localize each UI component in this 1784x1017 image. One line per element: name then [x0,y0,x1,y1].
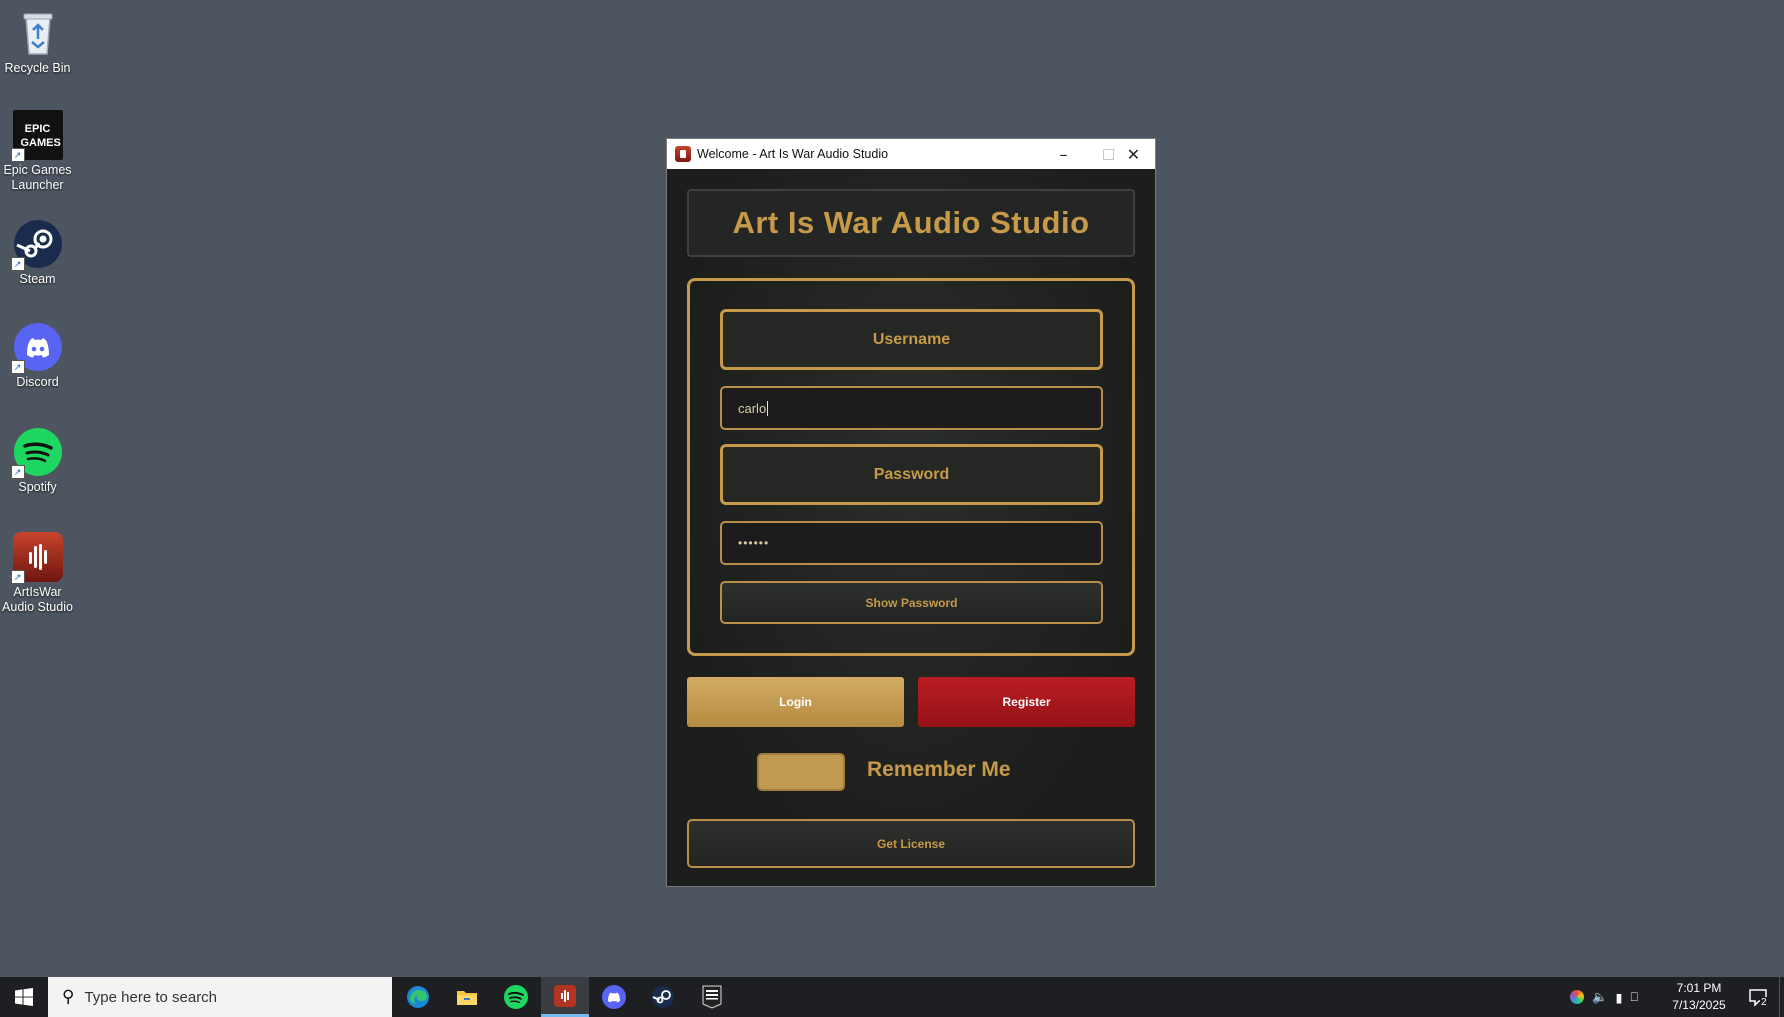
show-desktop-button[interactable] [1779,977,1784,1017]
desktop-icon-epic-games[interactable]: EPIC GAMES ↗ Epic Games Launcher [0,110,75,193]
remember-me-checkbox[interactable] [757,753,845,791]
edge-icon [407,986,429,1008]
show-password-label: Show Password [865,595,958,610]
taskbar-spotify[interactable] [492,977,540,1017]
app-header-title: Art Is War Audio Studio [732,205,1090,240]
login-label: Login [779,695,812,709]
taskbar-artiswar[interactable] [541,977,589,1017]
password-label-box: Password [720,444,1103,505]
desktop-icon-recycle-bin[interactable]: Recycle Bin [0,8,75,76]
notification-count: 2 [1760,997,1768,1008]
password-label: Password [873,465,950,483]
shortcut-arrow-icon: ↗ [10,257,25,271]
remember-me-label: Remember Me [867,758,1011,781]
taskbar-discord[interactable] [590,977,638,1017]
close-button[interactable]: ✕ [1111,139,1156,169]
steam-icon: ↗ [10,219,63,271]
taskbar-file-explorer[interactable] [443,977,491,1017]
app-icon [675,146,691,162]
spotify-icon: ↗ [10,427,63,479]
taskbar-epic-games[interactable] [688,977,736,1017]
desktop-icon-label: Steam [19,272,56,286]
start-button[interactable] [0,977,48,1017]
network-icon[interactable]: ⎕ [1630,989,1638,1005]
desktop-icon-label: ArtIsWar Audio Studio [2,585,73,614]
taskbar-steam[interactable] [639,977,687,1017]
recycle-bin-icon [13,8,63,58]
password-input[interactable]: •••••• [720,521,1103,565]
discord-icon: ↗ [10,322,63,374]
steam-icon [652,986,674,1008]
clock-date: 7/13/2025 [1672,998,1726,1012]
volume-icon[interactable]: 🔈 [1592,989,1608,1005]
shortcut-arrow-icon: ↗ [10,570,25,584]
taskbar: ⚲ Type here to search 🔈 ▮ ⎕ 7:01 PM 7/13… [0,977,1784,1017]
username-label-box: Username [720,309,1103,370]
login-form: Username carlo Password •••••• Show Pass… [687,278,1135,656]
file-explorer-icon [457,991,477,1005]
color-picker-tray-icon[interactable] [1570,990,1584,1004]
password-value: •••••• [738,536,770,550]
artiswar-icon [554,984,576,1007]
app-header: Art Is War Audio Studio [687,189,1135,257]
close-icon: ✕ [1126,144,1141,164]
shortcut-arrow-icon: ↗ [10,148,25,162]
register-button[interactable]: Register [918,677,1135,727]
desktop-icon-artiswar[interactable]: ↗ ArtIsWar Audio Studio [0,532,75,615]
login-window: Welcome - Art Is War Audio Studio – ✕ Ar… [666,138,1156,887]
show-password-button[interactable]: Show Password [720,581,1103,624]
taskbar-clock[interactable]: 7:01 PM 7/13/2025 [1660,980,1738,1014]
desktop-icon-label: Spotify [18,480,57,494]
get-license-button[interactable]: Get License [687,819,1135,868]
desktop-icon-label: Discord [16,375,59,389]
windows-logo-icon [15,988,33,1006]
username-value: carlo [738,400,767,416]
desktop-icon-discord[interactable]: ↗ Discord [0,322,75,390]
notification-center-button[interactable]: 2 [1740,977,1776,1017]
search-placeholder: Type here to search [84,988,218,1006]
usb-device-icon[interactable]: ▮ [1616,990,1623,1005]
taskbar-edge[interactable] [394,977,442,1017]
epic-games-icon: EPIC GAMES ↗ [10,110,63,162]
artiswar-icon: ↗ [10,532,63,584]
desktop-icon-label: Recycle Bin [4,61,71,75]
clock-time: 7:01 PM [1676,981,1722,995]
username-label: Username [872,330,951,348]
title-bar[interactable]: Welcome - Art Is War Audio Studio – ✕ [667,139,1155,169]
shortcut-arrow-icon: ↗ [10,465,25,479]
search-icon: ⚲ [62,987,75,1007]
login-button[interactable]: Login [687,677,904,727]
window-content: Art Is War Audio Studio Username carlo P… [667,169,1155,886]
spotify-icon [504,985,528,1009]
minimize-button[interactable]: – [1041,139,1086,169]
register-label: Register [1002,695,1051,709]
system-tray: 🔈 ▮ ⎕ [1570,977,1660,1017]
username-input[interactable]: carlo [720,386,1103,430]
discord-icon [602,985,626,1009]
get-license-label: Get License [876,836,946,851]
text-caret [767,400,769,416]
minimize-icon: – [1059,144,1068,164]
shortcut-arrow-icon: ↗ [10,360,25,374]
desktop-icon-label: Epic Games Launcher [3,163,72,192]
desktop-icon-spotify[interactable]: ↗ Spotify [0,427,75,495]
desktop-icon-steam[interactable]: ↗ Steam [0,219,75,287]
taskbar-search[interactable]: ⚲ Type here to search [48,977,392,1017]
epic-logo-text: EPIC GAMES [20,123,61,149]
window-title: Welcome - Art Is War Audio Studio [697,147,889,161]
epic-games-icon [702,985,722,1009]
